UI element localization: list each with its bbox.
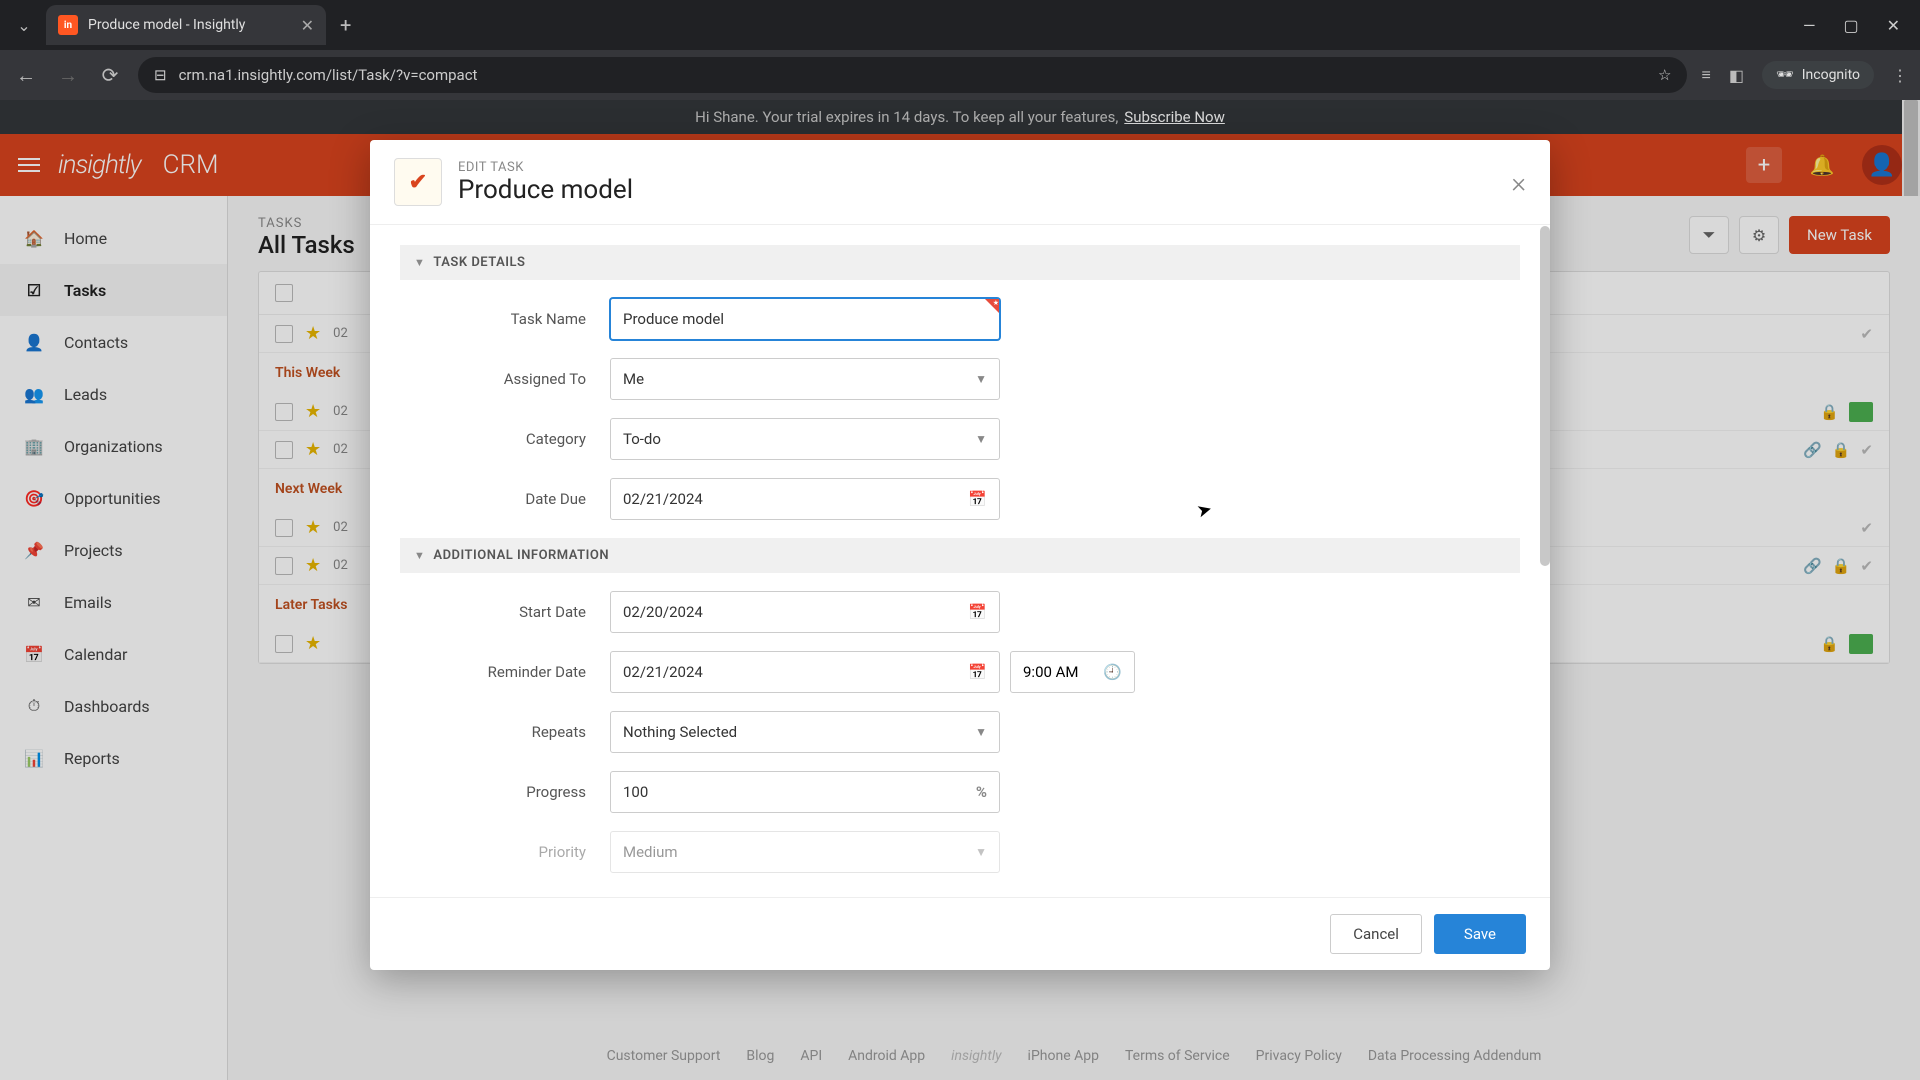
modal-title: Produce model [458, 175, 633, 205]
back-icon[interactable]: ← [12, 63, 40, 88]
priority-label: Priority [400, 843, 610, 861]
active-tab[interactable]: in Produce model - Insightly ✕ [46, 5, 326, 45]
date-due-input[interactable]: 02/21/2024 📅 [610, 478, 1000, 520]
chevron-down-icon: ▼ [414, 549, 425, 562]
reminder-time-input[interactable]: 9:00 AM 🕘 [1010, 651, 1135, 693]
section-label: TASK DETAILS [433, 255, 525, 270]
tab-favicon: in [58, 15, 78, 35]
progress-label: Progress [400, 783, 610, 801]
incognito-icon: 🕶 [1776, 67, 1794, 83]
browser-tab-strip: ⌄ in Produce model - Insightly ✕ + — ▢ ✕ [0, 0, 1920, 50]
priority-select[interactable]: Medium ▼ [610, 831, 1000, 873]
input-value: 9:00 AM [1023, 663, 1079, 681]
start-date-label: Start Date [400, 603, 610, 621]
chevron-down-icon: ▼ [975, 372, 987, 386]
modal-close-icon[interactable]: × [1511, 166, 1526, 199]
window-controls: — ▢ ✕ [1803, 16, 1910, 35]
chevron-down-icon: ▼ [975, 725, 987, 739]
cancel-button[interactable]: Cancel [1330, 914, 1422, 954]
tab-search-dropdown[interactable]: ⌄ [10, 11, 38, 39]
site-settings-icon[interactable]: ⊟ [154, 66, 167, 84]
start-date-input[interactable]: 02/20/2024 📅 [610, 591, 1000, 633]
calendar-icon[interactable]: 📅 [968, 603, 987, 621]
select-value: Medium [623, 843, 678, 861]
clock-icon[interactable]: 🕘 [1103, 663, 1122, 681]
reminder-date-label: Reminder Date [400, 663, 610, 681]
browser-toolbar: ← → ⟳ ⊟ crm.na1.insightly.com/list/Task/… [0, 50, 1920, 100]
maximize-icon[interactable]: ▢ [1843, 16, 1858, 35]
chevron-down-icon: ▼ [975, 432, 987, 446]
browser-menu-icon[interactable]: ⋮ [1892, 66, 1908, 85]
input-value: 100 [623, 783, 648, 801]
chevron-down-icon: ▼ [414, 256, 425, 269]
task-name-input[interactable]: Produce model [610, 298, 1000, 340]
repeats-select[interactable]: Nothing Selected ▼ [610, 711, 1000, 753]
repeats-label: Repeats [400, 723, 610, 741]
section-additional-info[interactable]: ▼ ADDITIONAL INFORMATION [400, 538, 1520, 573]
chevron-down-icon: ▼ [975, 845, 987, 859]
modal-footer: Cancel Save [370, 897, 1550, 970]
address-bar[interactable]: ⊟ crm.na1.insightly.com/list/Task/?v=com… [138, 57, 1687, 93]
calendar-icon[interactable]: 📅 [968, 490, 987, 508]
close-window-icon[interactable]: ✕ [1887, 16, 1900, 35]
input-value: 02/21/2024 [623, 490, 703, 508]
task-icon [394, 158, 442, 206]
bookmark-star-icon[interactable]: ☆ [1658, 66, 1671, 84]
tab-title: Produce model - Insightly [88, 17, 291, 33]
input-value: Produce model [623, 310, 724, 328]
section-label: ADDITIONAL INFORMATION [433, 548, 609, 563]
required-indicator [985, 299, 999, 313]
input-value: 02/20/2024 [623, 603, 703, 621]
task-name-label: Task Name [400, 310, 610, 328]
edit-task-modal: EDIT TASK Produce model × ▼ TASK DETAILS … [370, 140, 1550, 970]
reminder-date-input[interactable]: 02/21/2024 📅 [610, 651, 1000, 693]
modal-overlay[interactable]: EDIT TASK Produce model × ▼ TASK DETAILS … [0, 100, 1920, 1080]
select-value: Me [623, 370, 644, 388]
save-button[interactable]: Save [1434, 914, 1526, 954]
reload-icon[interactable]: ⟳ [96, 63, 124, 87]
input-value: 02/21/2024 [623, 663, 703, 681]
category-label: Category [400, 430, 610, 448]
select-value: To-do [623, 430, 661, 448]
calendar-icon[interactable]: 📅 [968, 663, 987, 681]
url-text: crm.na1.insightly.com/list/Task/?v=compa… [179, 66, 478, 84]
side-panel-icon[interactable]: ◧ [1729, 66, 1744, 85]
modal-header: EDIT TASK Produce model × [370, 140, 1550, 225]
modal-subtitle: EDIT TASK [458, 160, 633, 175]
incognito-label: Incognito [1802, 67, 1860, 83]
assigned-to-select[interactable]: Me ▼ [610, 358, 1000, 400]
extensions-icon[interactable]: ≡ [1701, 65, 1710, 85]
select-value: Nothing Selected [623, 723, 737, 741]
modal-scrollbar[interactable] [1540, 226, 1550, 566]
forward-icon[interactable]: → [54, 63, 82, 88]
percent-icon: % [976, 783, 987, 801]
tab-close-icon[interactable]: ✕ [301, 16, 314, 35]
progress-input[interactable]: 100% [610, 771, 1000, 813]
date-due-label: Date Due [400, 490, 610, 508]
category-select[interactable]: To-do ▼ [610, 418, 1000, 460]
app-viewport: Hi Shane. Your trial expires in 14 days.… [0, 100, 1920, 1080]
modal-body: ▼ TASK DETAILS Task Name Produce model As… [370, 225, 1550, 897]
section-task-details[interactable]: ▼ TASK DETAILS [400, 245, 1520, 280]
incognito-indicator[interactable]: 🕶 Incognito [1762, 61, 1874, 89]
minimize-icon[interactable]: — [1803, 16, 1816, 35]
new-tab-button[interactable]: + [340, 13, 351, 37]
assigned-to-label: Assigned To [400, 370, 610, 388]
